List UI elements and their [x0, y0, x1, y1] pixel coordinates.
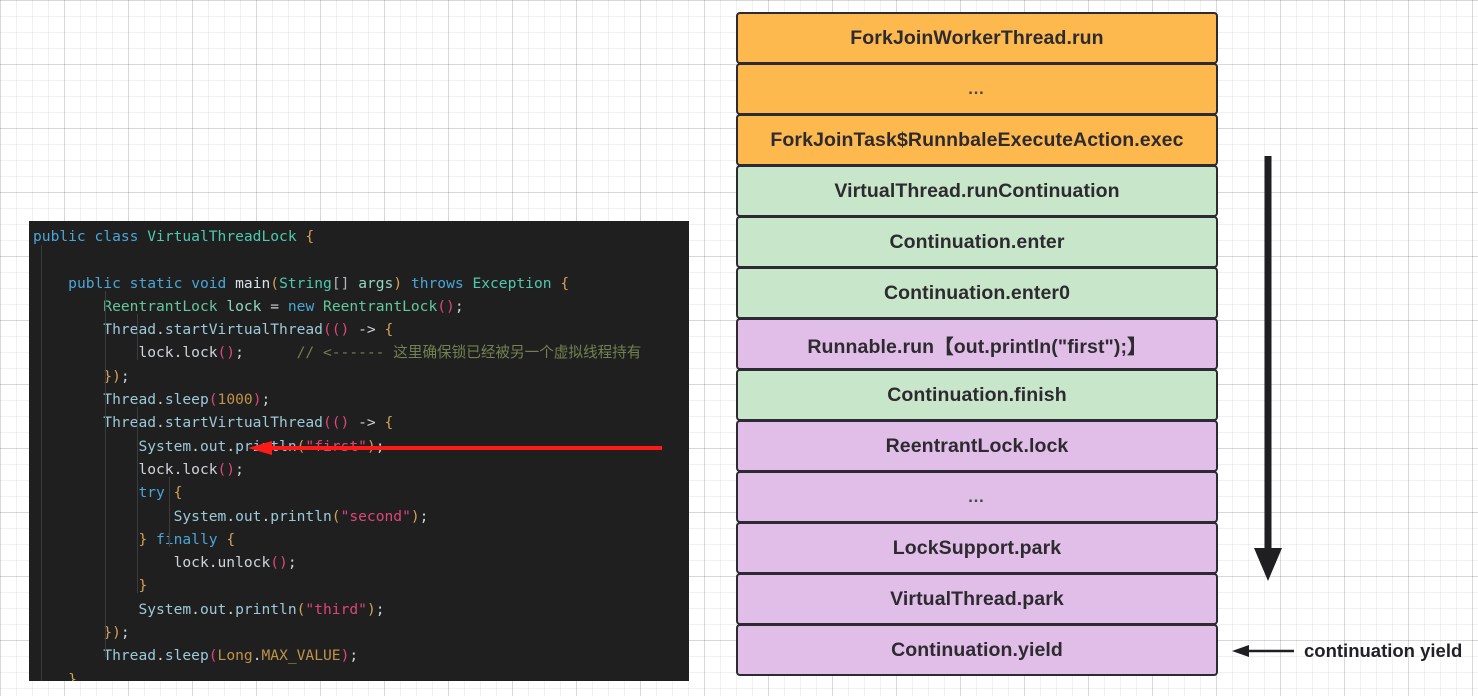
stack-frame-label: VirtualThread.runContinuation — [834, 179, 1120, 202]
code-editor-panel: public class VirtualThreadLock { public … — [29, 221, 689, 681]
stack-frame-label: Continuation.enter — [889, 230, 1065, 253]
stack-frame-ellipsis[interactable]: … — [736, 471, 1218, 523]
stack-frame[interactable]: Runnable.run【out.println("first");】 — [736, 318, 1218, 370]
stack-frame[interactable]: Continuation.enter0 — [736, 267, 1218, 319]
indent-guide — [41, 245, 42, 681]
indent-guide — [105, 291, 106, 657]
stack-frame[interactable]: VirtualThread.runContinuation — [736, 165, 1218, 217]
stack-frame-label: Continuation.yield — [891, 638, 1063, 661]
continuation-yield-annotation: continuation yield — [1232, 640, 1462, 662]
indent-guide — [137, 314, 138, 360]
stack-frame-label: ReentrantLock.lock — [885, 434, 1069, 457]
stack-frame-label: Continuation.finish — [887, 383, 1067, 406]
stack-frame[interactable]: VirtualThread.park — [736, 573, 1218, 625]
left-arrow-icon — [1232, 645, 1294, 657]
stack-frame-label: … — [967, 487, 987, 506]
stack-frame-label: VirtualThread.park — [890, 587, 1064, 610]
stack-frame-label: … — [967, 79, 987, 98]
stack-frame-label: Runnable.run【out.println("first");】 — [807, 335, 1147, 358]
stack-frame-label: LockSupport.park — [892, 536, 1062, 559]
continuation-yield-label: continuation yield — [1304, 640, 1463, 661]
indent-guide — [169, 477, 170, 523]
call-stack-diagram: ForkJoinWorkerThread.run … ForkJoinTask$… — [736, 12, 1218, 676]
stack-frame[interactable]: ForkJoinTask$RunnbaleExecuteAction.exec — [736, 114, 1218, 166]
stack-frame[interactable]: ForkJoinWorkerThread.run — [736, 12, 1218, 64]
stack-frame[interactable]: Continuation.yield — [736, 624, 1218, 676]
stack-frame[interactable]: LockSupport.park — [736, 522, 1218, 574]
stack-frame[interactable]: Continuation.finish — [736, 369, 1218, 421]
stack-frame-ellipsis[interactable]: … — [736, 63, 1218, 115]
stack-frame[interactable]: Continuation.enter — [736, 216, 1218, 268]
code-text: public class VirtualThreadLock { public … — [33, 228, 642, 681]
stack-frame[interactable]: ReentrantLock.lock — [736, 420, 1218, 472]
stack-frame-label: ForkJoinTask$RunnbaleExecuteAction.exec — [770, 128, 1184, 151]
indent-guide — [137, 407, 138, 593]
stack-frame-label: ForkJoinWorkerThread.run — [850, 26, 1104, 49]
indent-guide — [169, 523, 170, 547]
stack-frame-label: Continuation.enter0 — [883, 281, 1071, 304]
